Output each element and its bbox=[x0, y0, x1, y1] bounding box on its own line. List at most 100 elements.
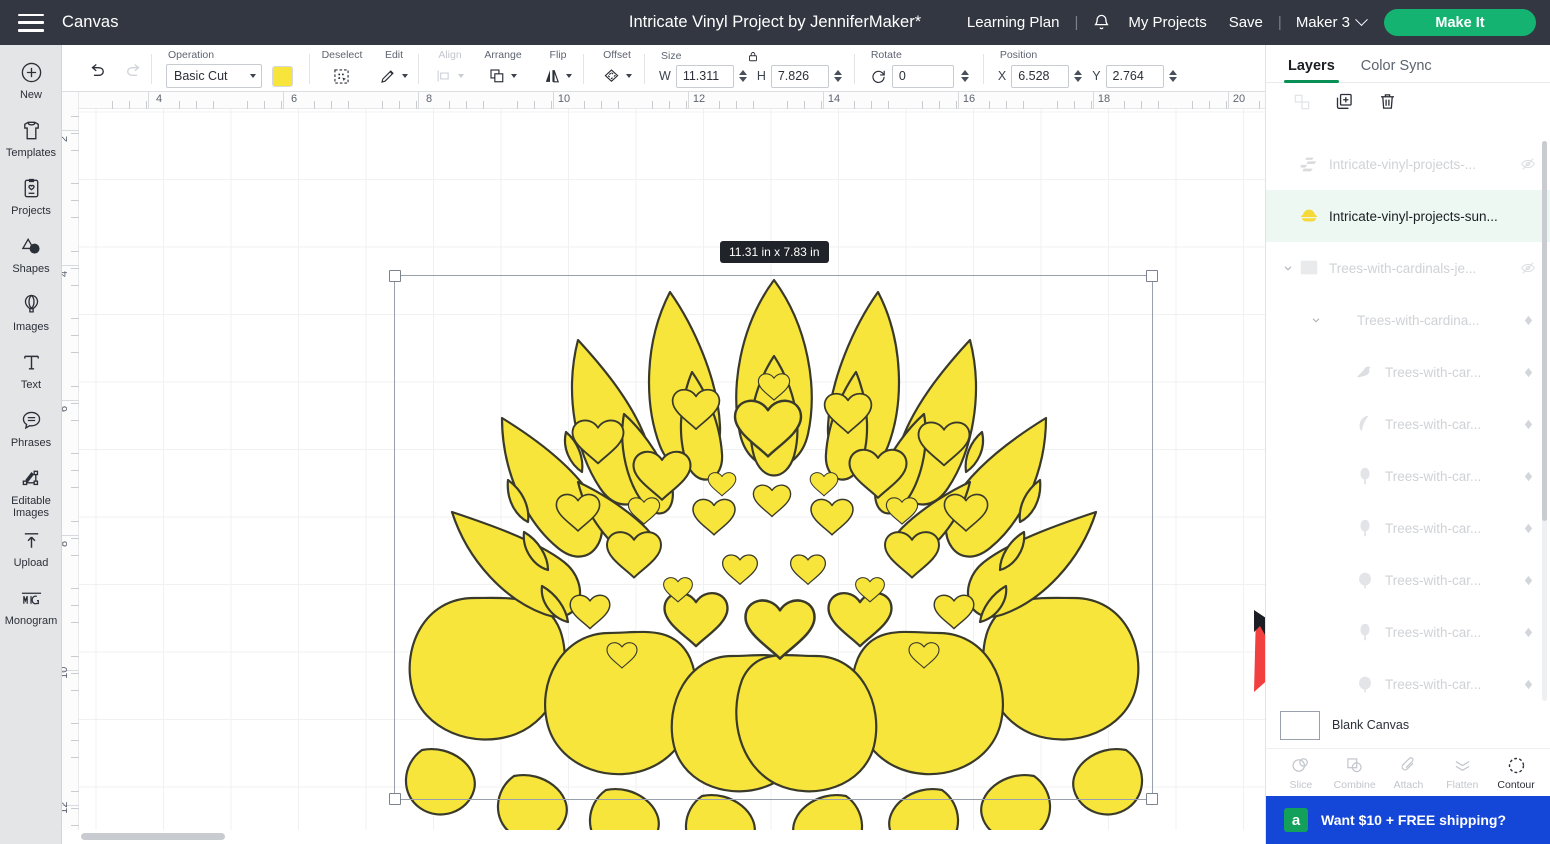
position-y-input[interactable]: 2.764 bbox=[1105, 64, 1164, 88]
sidebar-item-templates[interactable]: Templates bbox=[0, 109, 62, 167]
promo-banner[interactable]: a Want $10 + FREE shipping? bbox=[1266, 796, 1550, 844]
lock-closed-icon[interactable] bbox=[747, 50, 759, 63]
redo-button[interactable] bbox=[117, 61, 151, 81]
sidebar-item-label: Images bbox=[12, 321, 50, 333]
hamburger-menu-icon[interactable] bbox=[18, 13, 44, 32]
layer-visibility-dot-icon[interactable] bbox=[1519, 471, 1537, 482]
tab-layers[interactable]: Layers bbox=[1284, 58, 1339, 83]
height-stepper[interactable] bbox=[833, 70, 842, 82]
arrange-button[interactable] bbox=[487, 66, 507, 86]
contour-button[interactable]: Contour bbox=[1492, 755, 1540, 791]
chevron-down-icon[interactable] bbox=[1306, 314, 1326, 326]
layer-visibility-dot-icon[interactable] bbox=[1519, 367, 1537, 378]
chevron-down-icon[interactable] bbox=[1278, 262, 1298, 274]
layer-visibility-dot-icon[interactable] bbox=[1519, 419, 1537, 430]
layer-row[interactable]: Intricate-vinyl-projects-sun... bbox=[1266, 190, 1550, 242]
rotate-stepper[interactable] bbox=[960, 70, 969, 82]
sidebar-item-shapes[interactable]: Shapes bbox=[0, 225, 62, 283]
slice-button: Slice bbox=[1277, 755, 1325, 791]
chevron-down-icon[interactable] bbox=[566, 74, 572, 78]
layer-thumbnail bbox=[1354, 673, 1376, 695]
deselect-label: Deselect bbox=[321, 49, 363, 61]
make-it-button[interactable]: Make It bbox=[1384, 9, 1536, 36]
eye-hidden-icon[interactable] bbox=[1519, 260, 1537, 276]
text-t-icon bbox=[20, 350, 43, 375]
layer-row[interactable]: Intricate-vinyl-projects-... bbox=[1266, 138, 1550, 190]
width-stepper[interactable] bbox=[738, 70, 747, 82]
layer-visibility-dot-icon[interactable] bbox=[1519, 315, 1537, 326]
sidebar-item-new[interactable]: New bbox=[0, 51, 62, 109]
layer-row[interactable]: Trees-with-car... bbox=[1266, 450, 1550, 502]
offset-button[interactable] bbox=[601, 66, 622, 87]
sidebar-item-monogram[interactable]: Monogram bbox=[0, 577, 62, 635]
width-input[interactable]: 11.311 bbox=[675, 64, 734, 88]
blank-canvas-row[interactable]: Blank Canvas bbox=[1266, 702, 1550, 748]
layer-row[interactable]: Trees-with-car... bbox=[1266, 398, 1550, 450]
app-header: Canvas Intricate Vinyl Project by Jennif… bbox=[0, 0, 1550, 45]
sidebar-item-upload[interactable]: Upload bbox=[0, 519, 62, 577]
operation-color-swatch[interactable] bbox=[272, 65, 293, 87]
chevron-down-icon bbox=[458, 74, 464, 78]
rotate-icon[interactable] bbox=[869, 67, 888, 86]
tab-color-sync[interactable]: Color Sync bbox=[1361, 58, 1432, 82]
deselect-button[interactable] bbox=[331, 66, 352, 87]
layer-visibility-dot-icon[interactable] bbox=[1519, 679, 1537, 690]
delete-trash-icon[interactable] bbox=[1377, 91, 1398, 117]
chevron-down-icon[interactable] bbox=[625, 74, 632, 78]
rotate-input[interactable]: 0 bbox=[891, 64, 954, 88]
layer-list[interactable]: Intricate-vinyl-projects-... Intricate-vi… bbox=[1266, 138, 1550, 750]
operation-value: Basic Cut bbox=[174, 69, 228, 83]
layer-thumbnail bbox=[1298, 257, 1320, 279]
design-canvas[interactable]: 468101214161820 24681012 11.31 in x 7.83… bbox=[62, 92, 1265, 844]
notification-bell-icon[interactable] bbox=[1082, 13, 1117, 32]
flip-button[interactable] bbox=[542, 66, 562, 86]
chevron-down-icon[interactable] bbox=[402, 74, 408, 78]
layer-list-scrollbar-thumb[interactable] bbox=[1542, 141, 1547, 521]
y-label: Y bbox=[1092, 69, 1101, 83]
layer-visibility-dot-icon[interactable] bbox=[1519, 575, 1537, 586]
tool-label: Combine bbox=[1333, 778, 1376, 791]
layer-thumbnail bbox=[1298, 205, 1320, 227]
edit-button[interactable] bbox=[378, 66, 398, 86]
layer-visibility-dot-icon[interactable] bbox=[1519, 627, 1537, 638]
sidebar-item-editable-images[interactable]: Editable Images bbox=[0, 457, 62, 519]
layer-row[interactable]: Trees-with-car... bbox=[1266, 554, 1550, 606]
canvas-horizontal-scrollbar[interactable] bbox=[62, 830, 1265, 844]
machine-selector[interactable]: Maker 3 bbox=[1286, 13, 1374, 31]
sidebar-item-label: New bbox=[19, 89, 42, 101]
position-x-input[interactable]: 6.528 bbox=[1011, 64, 1070, 88]
width-label: W bbox=[659, 69, 671, 83]
my-projects-link[interactable]: My Projects bbox=[1117, 14, 1217, 31]
position-x-stepper[interactable] bbox=[1074, 70, 1083, 82]
layer-row[interactable]: Trees-with-cardinals-je... bbox=[1266, 242, 1550, 294]
layer-visibility-dot-icon[interactable] bbox=[1519, 523, 1537, 534]
chevron-down-icon[interactable] bbox=[511, 74, 517, 78]
height-input[interactable]: 7.826 bbox=[770, 64, 829, 88]
upload-arrow-icon bbox=[20, 528, 43, 553]
layer-name: Trees-with-car... bbox=[1385, 624, 1482, 640]
sunflower-mandala-design[interactable] bbox=[62, 92, 1265, 844]
layer-row[interactable]: Trees-with-car... bbox=[1266, 346, 1550, 398]
blank-canvas-swatch[interactable] bbox=[1280, 710, 1320, 740]
sidebar-item-images[interactable]: Images bbox=[0, 283, 62, 341]
operation-label: Operation bbox=[168, 49, 215, 61]
project-card-icon bbox=[20, 176, 43, 201]
learning-plan-link[interactable]: Learning Plan bbox=[956, 14, 1071, 31]
chevron-down-icon bbox=[1355, 13, 1368, 27]
save-button[interactable]: Save bbox=[1218, 14, 1274, 31]
eye-hidden-icon[interactable] bbox=[1519, 156, 1537, 172]
speech-bubble-icon bbox=[20, 408, 43, 433]
sidebar-item-projects[interactable]: Projects bbox=[0, 167, 62, 225]
scrollbar-thumb[interactable] bbox=[81, 833, 225, 840]
duplicate-icon[interactable] bbox=[1334, 91, 1355, 117]
layer-thumbnail bbox=[1354, 465, 1376, 487]
layer-row[interactable]: Trees-with-car... bbox=[1266, 502, 1550, 554]
undo-button[interactable] bbox=[80, 61, 114, 81]
layer-row[interactable]: Trees-with-cardina... bbox=[1266, 294, 1550, 346]
sidebar-item-phrases[interactable]: Phrases bbox=[0, 399, 62, 457]
position-y-stepper[interactable] bbox=[1168, 70, 1177, 82]
layer-row[interactable]: Trees-with-car... bbox=[1266, 606, 1550, 658]
layer-thumbnail bbox=[1298, 153, 1320, 175]
sidebar-item-text[interactable]: Text bbox=[0, 341, 62, 399]
operation-select[interactable]: Basic Cut bbox=[166, 64, 262, 88]
